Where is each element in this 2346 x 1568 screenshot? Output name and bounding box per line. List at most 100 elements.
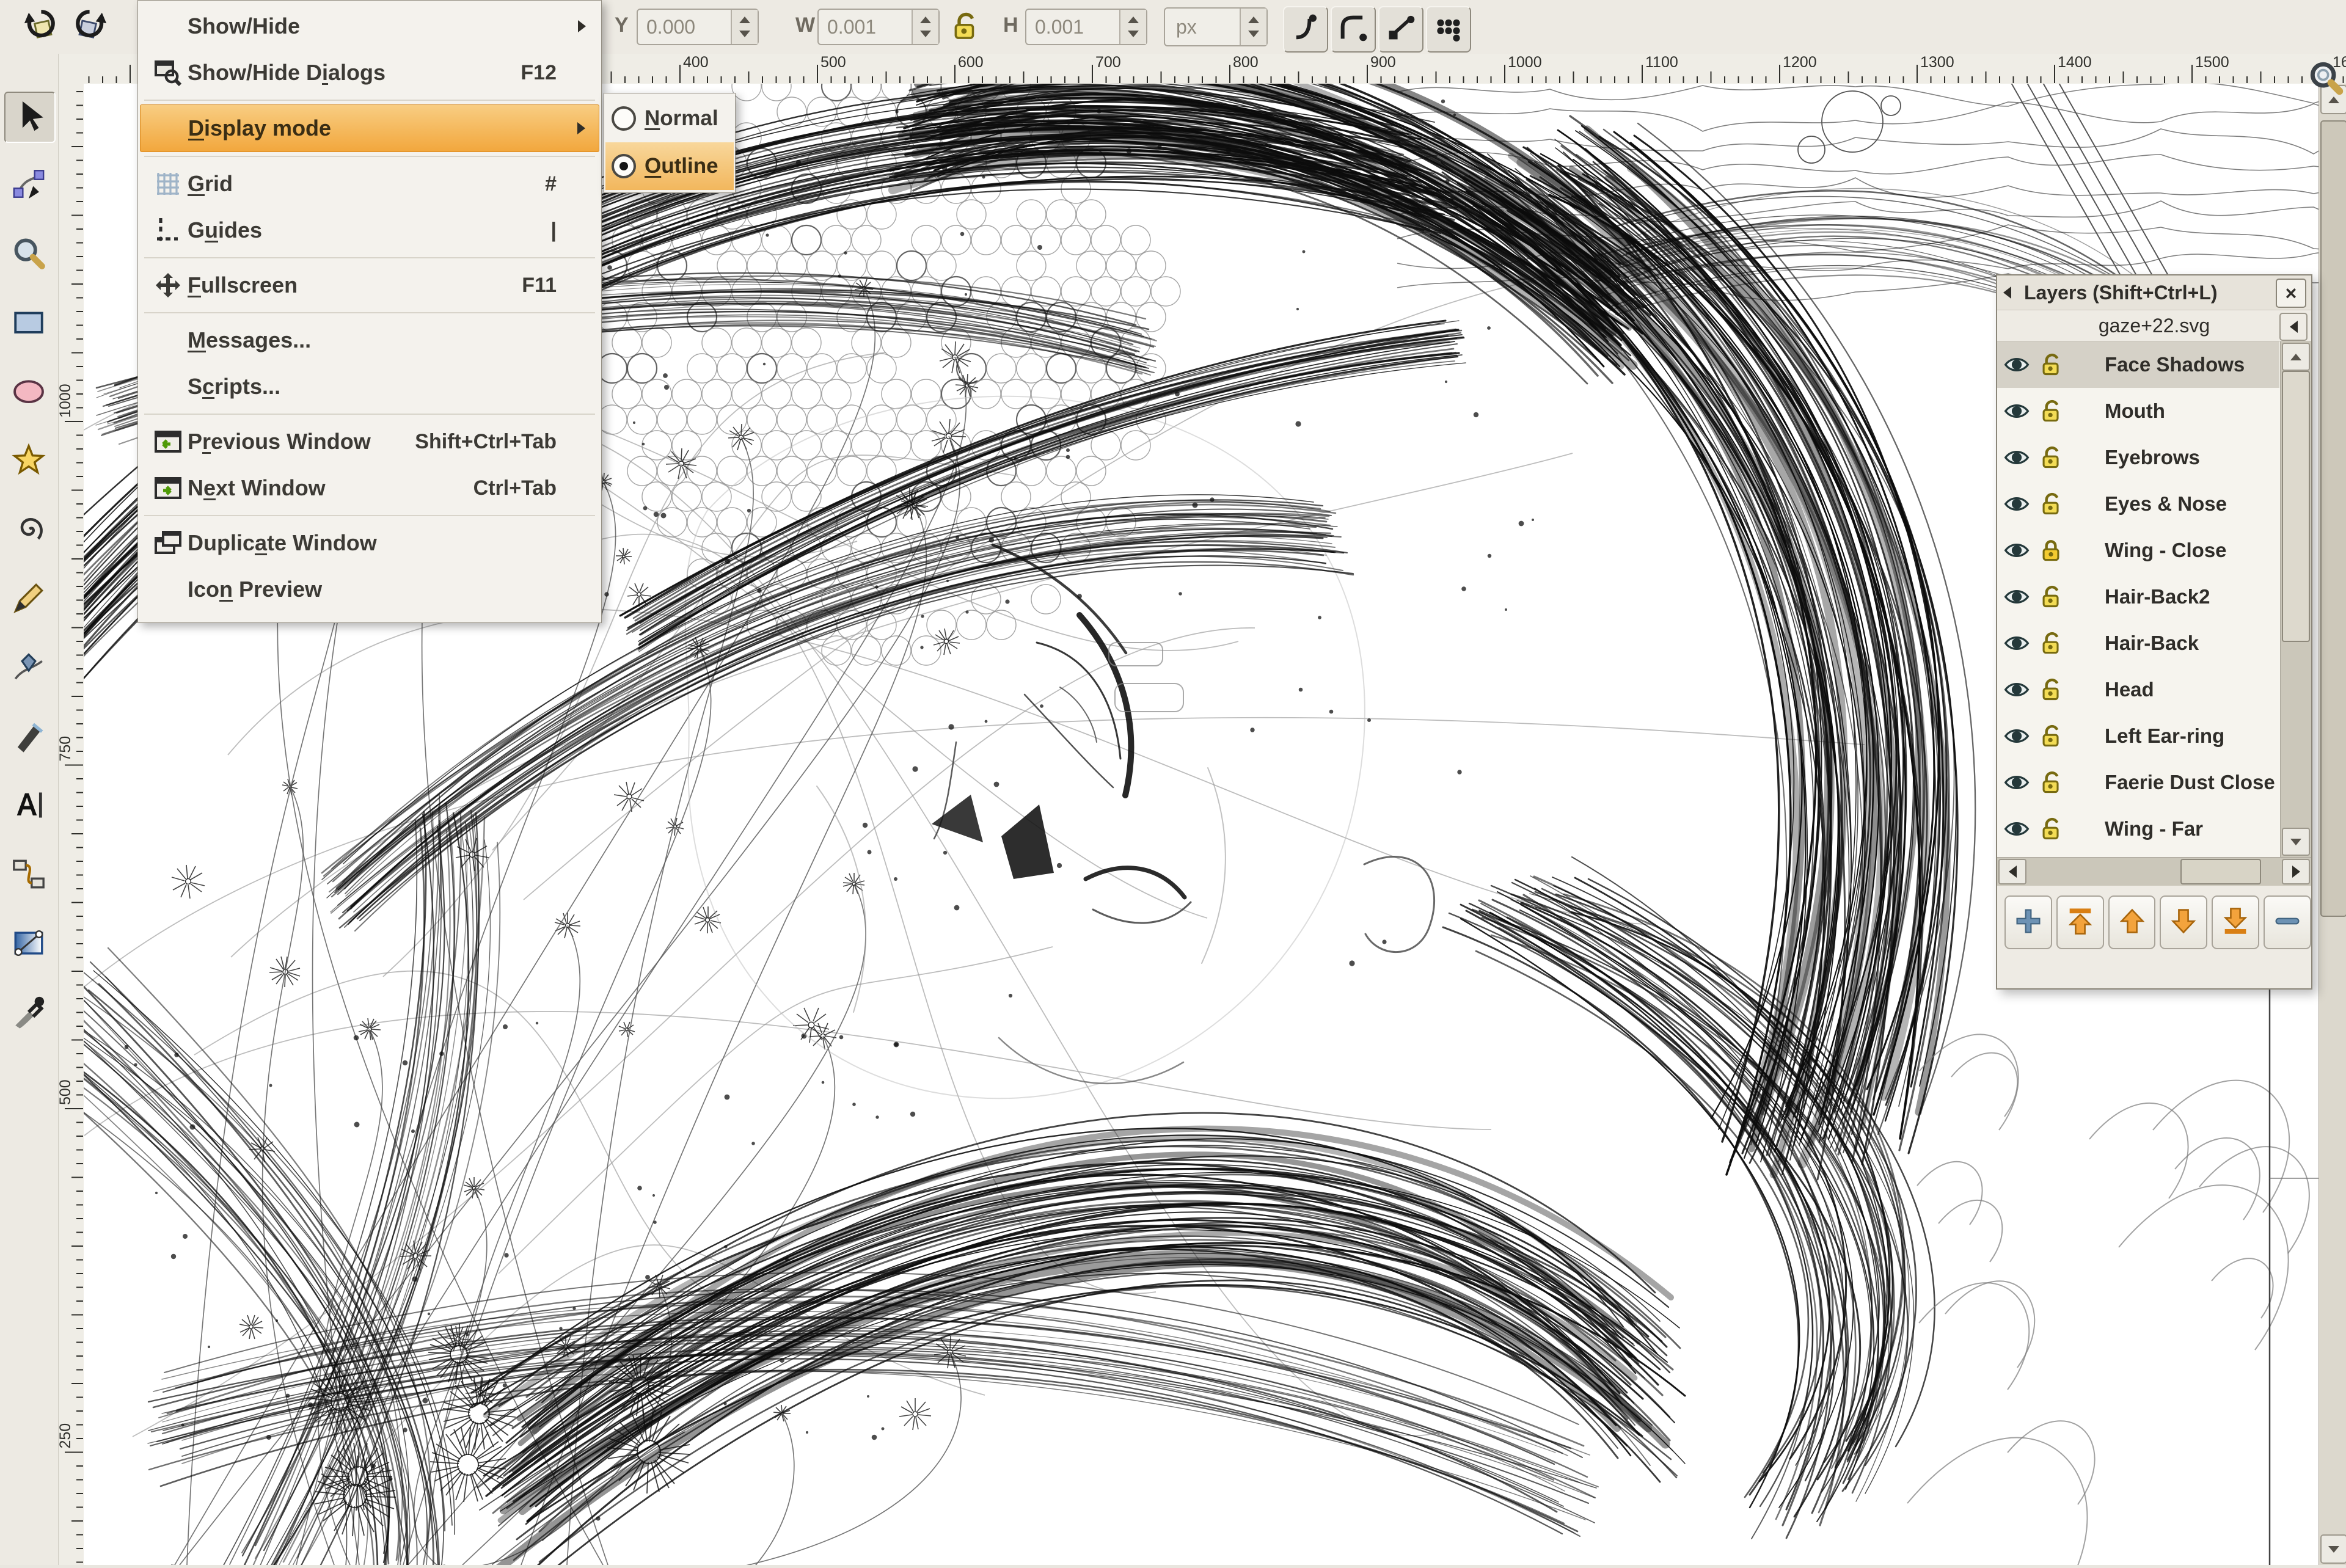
- tool-spiral-button[interactable]: [4, 506, 53, 555]
- layer-visibility-eye-icon[interactable]: [2003, 537, 2030, 564]
- tool-gradient-button[interactable]: [4, 920, 53, 969]
- tool-select-button[interactable]: [4, 92, 56, 143]
- tool-node-button[interactable]: [4, 161, 53, 210]
- layers-scroll-up-button[interactable]: [2282, 343, 2310, 371]
- layer-row-hair-back[interactable]: Hair-Back: [1997, 620, 2279, 666]
- layer-lock-open-icon[interactable]: [2037, 630, 2064, 657]
- menu-item-previous-window[interactable]: Previous WindowShift+Ctrl+Tab: [140, 418, 599, 465]
- layer-visibility-eye-icon[interactable]: [2003, 723, 2030, 749]
- menu-item-icon-preview[interactable]: Icon Preview: [140, 566, 599, 613]
- layer-lock-open-icon[interactable]: [2037, 444, 2064, 471]
- toggle-scale-stroke-button[interactable]: [1283, 6, 1328, 53]
- layers-scroll-down-button[interactable]: [2282, 828, 2310, 856]
- layer-visibility-eye-icon[interactable]: [2003, 351, 2030, 378]
- toggle-transform-gradients-button[interactable]: [1378, 6, 1423, 53]
- menu-item-show-hide[interactable]: Show/Hide: [140, 3, 599, 49]
- menu-item-guides[interactable]: Guides|: [140, 207, 599, 253]
- menu-item-fullscreen[interactable]: FullscreenF11: [140, 262, 599, 308]
- menu-item-shortcut: Shift+Ctrl+Tab: [415, 430, 557, 454]
- lower-layer-to-bottom-button[interactable]: [2212, 895, 2259, 949]
- menu-item-show-hide-dialogs[interactable]: Show/Hide DialogsF12: [140, 49, 599, 96]
- scroll-down-button[interactable]: [2320, 1534, 2346, 1564]
- h-field[interactable]: 0.001: [1025, 9, 1147, 45]
- canvas-vertical-scrollbar[interactable]: [2319, 84, 2346, 1565]
- layer-visibility-eye-icon[interactable]: [2003, 444, 2030, 471]
- tool-zoom-button[interactable]: [4, 230, 53, 279]
- menu-item-duplicate-window[interactable]: Duplicate Window: [140, 520, 599, 566]
- menu-item-messages[interactable]: Messages...: [140, 317, 599, 363]
- layer-visibility-eye-icon[interactable]: [2003, 815, 2030, 842]
- layer-row-face-shadows[interactable]: Face Shadows: [1997, 341, 2279, 388]
- zoom-corner-icon[interactable]: [2307, 59, 2346, 98]
- collapse-panel-button[interactable]: [2279, 313, 2308, 341]
- tool-pen-button[interactable]: [4, 644, 53, 693]
- y-field[interactable]: 0.000: [637, 9, 759, 45]
- close-icon[interactable]: ×: [2276, 279, 2306, 308]
- units-dropdown[interactable]: px: [1164, 7, 1268, 46]
- display-mode-option-outline[interactable]: Outline: [605, 142, 734, 190]
- menu-separator: [144, 96, 595, 104]
- layers-scrollbar-thumb[interactable]: [2282, 371, 2310, 642]
- layer-row-mouth[interactable]: Mouth: [1997, 388, 2279, 434]
- rotate-ccw-button[interactable]: [17, 4, 62, 49]
- menu-item-display-mode[interactable]: Display mode: [140, 104, 599, 152]
- layer-row-wing-close[interactable]: Wing - Close: [1997, 527, 2279, 574]
- layer-lock-open-icon[interactable]: [2037, 490, 2064, 517]
- layer-row-wing-far[interactable]: Wing - Far: [1997, 806, 2279, 852]
- layer-visibility-eye-icon[interactable]: [2003, 398, 2030, 425]
- y-field-spinner[interactable]: [731, 10, 758, 44]
- raise-layer-button[interactable]: [2108, 895, 2156, 949]
- tool-calligraphy-button[interactable]: [4, 713, 53, 762]
- layer-lock-open-icon[interactable]: [2037, 723, 2064, 749]
- layer-row-left-ear-ring[interactable]: Left Ear-ring: [1997, 713, 2279, 759]
- layer-lock-open-icon[interactable]: [2037, 583, 2064, 610]
- toggle-transform-patterns-button[interactable]: [1426, 6, 1471, 53]
- layer-visibility-eye-icon[interactable]: [2003, 769, 2030, 796]
- layer-row-eyebrows[interactable]: Eyebrows: [1997, 434, 2279, 481]
- raise-layer-to-top-button[interactable]: [2056, 895, 2104, 949]
- tool-connector-button[interactable]: [4, 851, 53, 900]
- layers-scroll-right-button[interactable]: [2282, 859, 2310, 884]
- layer-lock-closed-icon[interactable]: [2037, 537, 2064, 564]
- layer-lock-open-icon[interactable]: [2037, 676, 2064, 703]
- tool-star-button[interactable]: [4, 437, 53, 486]
- w-field-spinner[interactable]: [912, 10, 938, 44]
- tool-text-button[interactable]: [4, 782, 53, 831]
- layer-visibility-eye-icon[interactable]: [2003, 676, 2030, 703]
- layer-visibility-eye-icon[interactable]: [2003, 630, 2030, 657]
- layer-row-faerie-dust-close[interactable]: Faerie Dust Close: [1997, 759, 2279, 806]
- layer-row-eyes-nose[interactable]: Eyes & Nose: [1997, 481, 2279, 527]
- menu-item-grid[interactable]: Grid#: [140, 161, 599, 207]
- menu-item-scripts[interactable]: Scripts...: [140, 363, 599, 410]
- lock-ratio-icon[interactable]: [948, 10, 981, 46]
- tool-ellipse-button[interactable]: [4, 368, 53, 417]
- layer-lock-open-icon[interactable]: [2037, 398, 2064, 425]
- units-spinner[interactable]: [1240, 9, 1266, 45]
- tool-dropper-button[interactable]: [4, 989, 53, 1038]
- add-layer-button[interactable]: [2004, 895, 2052, 949]
- layer-lock-open-icon[interactable]: [2037, 815, 2064, 842]
- layer-lock-open-icon[interactable]: [2037, 351, 2064, 378]
- layers-hscrollbar-thumb[interactable]: [2180, 859, 2261, 884]
- toggle-scale-corners-button[interactable]: [1331, 6, 1376, 53]
- layers-panel-titlebar[interactable]: Layers (Shift+Ctrl+L) ×: [1997, 275, 2311, 310]
- rotate-cw-button[interactable]: [68, 4, 114, 49]
- layer-lock-open-icon[interactable]: [2037, 769, 2064, 796]
- vertical-ruler[interactable]: 1000750500250: [58, 84, 84, 1565]
- h-field-spinner[interactable]: [1119, 10, 1146, 44]
- display-mode-option-normal[interactable]: Normal: [605, 95, 734, 142]
- w-field[interactable]: 0.001: [817, 9, 940, 45]
- lower-layer-button[interactable]: [2160, 895, 2207, 949]
- layer-row-head[interactable]: Head: [1997, 666, 2279, 713]
- tool-rect-button[interactable]: [4, 299, 53, 348]
- layer-visibility-eye-icon[interactable]: [2003, 583, 2030, 610]
- scrollbar-thumb[interactable]: [2320, 120, 2346, 917]
- tool-pencil-button[interactable]: [4, 575, 53, 624]
- layers-scroll-left-button[interactable]: [1998, 859, 2026, 884]
- menu-item-next-window[interactable]: Next WindowCtrl+Tab: [140, 465, 599, 511]
- layers-horizontal-scrollbar[interactable]: [1997, 857, 2311, 886]
- layer-visibility-eye-icon[interactable]: [2003, 490, 2030, 517]
- delete-layer-button[interactable]: [2264, 895, 2311, 949]
- layers-scrollbar[interactable]: [2280, 341, 2311, 857]
- layer-row-hair-back2[interactable]: Hair-Back2: [1997, 574, 2279, 620]
